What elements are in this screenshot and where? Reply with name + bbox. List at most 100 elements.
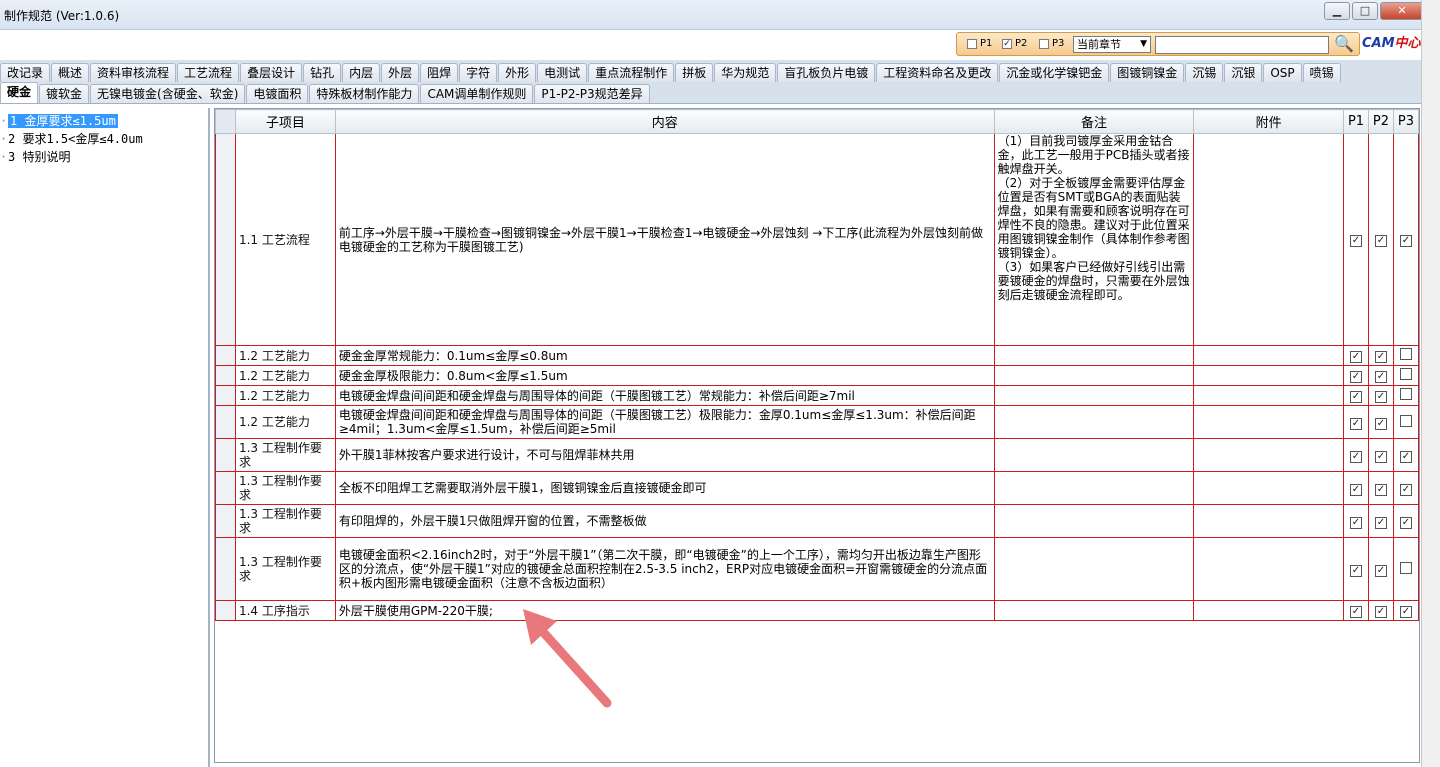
chapter-tab[interactable]: 沉银 <box>1224 63 1263 82</box>
p1-checkbox[interactable]: ✓ <box>1350 417 1362 430</box>
cell-sub[interactable]: 1.3 工程制作要求 <box>234 504 336 538</box>
chapter-tab[interactable]: 外形 <box>498 63 537 82</box>
cell-p2[interactable]: ✓ <box>1368 438 1394 472</box>
header-attach[interactable]: 附件 <box>1193 109 1345 134</box>
cell-attach[interactable] <box>1193 471 1345 505</box>
search-icon[interactable]: 🔍 <box>1333 34 1355 54</box>
p3-checkbox[interactable] <box>1399 414 1412 427</box>
cell-content[interactable]: 电镀硬金焊盘间间距和硬金焊盘与周围导体的间距（干膜图镀工艺）极限能力：金厚0.1… <box>334 405 995 439</box>
chapter-tab[interactable]: 沉金或化学镍钯金 <box>999 63 1110 82</box>
p3-checkbox[interactable]: ✓ <box>1399 606 1412 618</box>
chapter-tab[interactable]: 拼板 <box>675 63 714 82</box>
cell-attach[interactable] <box>1193 385 1345 406</box>
subchapter-tab[interactable]: 特殊板材制作能力 <box>309 84 420 103</box>
cell-attach[interactable] <box>1193 133 1345 346</box>
cell-sub[interactable]: 1.3 工程制作要求 <box>234 438 336 472</box>
cell-p3[interactable] <box>1392 537 1419 601</box>
cell-note[interactable] <box>993 600 1195 621</box>
cell-sub[interactable]: 1.2 工艺能力 <box>234 405 336 439</box>
p1-checkbox[interactable] <box>967 38 977 49</box>
p2-checkbox[interactable]: ✓ <box>1374 483 1387 496</box>
table-row[interactable]: 1.3 工程制作要求 全板不印阻焊工艺需要取消外层干膜1，图镀铜镍金后直接镀硬金即… <box>215 471 1419 505</box>
cell-p3[interactable] <box>1392 345 1419 366</box>
chapter-tab[interactable]: 钻孔 <box>303 63 342 82</box>
row-header[interactable] <box>215 471 236 505</box>
p1-checkbox[interactable]: ✓ <box>1350 371 1362 383</box>
cell-content[interactable]: 前工序→外层干膜→干膜检查→图镀铜镍金→外层干膜1→干膜检查1→电镀硬金→外层蚀… <box>334 133 995 346</box>
cell-p1[interactable]: ✓ <box>1343 385 1369 406</box>
p3-checkbox[interactable] <box>1399 368 1412 380</box>
cell-p2[interactable]: ✓ <box>1368 504 1394 538</box>
cell-sub[interactable]: 1.2 工艺能力 <box>234 365 336 386</box>
subchapter-tab[interactable]: 无镍电镀金(含硬金、软金) <box>90 84 246 103</box>
p3-checkbox[interactable] <box>1039 38 1049 49</box>
cell-attach[interactable] <box>1193 600 1345 621</box>
row-header[interactable] <box>215 405 236 439</box>
p3-filter[interactable]: P3 <box>1039 38 1064 49</box>
cell-p3[interactable] <box>1392 405 1419 439</box>
table-row[interactable]: 1.2 工艺能力 硬金金厚极限能力：0.8um<金厚≤1.5um ✓ ✓ <box>215 365 1419 386</box>
chapter-tab[interactable]: 资料审核流程 <box>90 63 177 82</box>
p1-checkbox[interactable]: ✓ <box>1350 606 1362 618</box>
cell-content[interactable]: 外层干膜使用GPM-220干膜; <box>334 600 995 621</box>
cell-content[interactable]: 硬金金厚常规能力：0.1um≤金厚≤0.8um <box>334 345 995 366</box>
cell-p3[interactable]: ✓ <box>1392 471 1419 505</box>
cell-note[interactable] <box>993 345 1195 366</box>
chapter-tab[interactable]: 沉锡 <box>1185 63 1224 82</box>
subchapter-tab[interactable]: 镀软金 <box>39 84 90 103</box>
cell-attach[interactable] <box>1193 537 1345 601</box>
p1-checkbox[interactable]: ✓ <box>1350 516 1362 529</box>
header-p3[interactable]: P3 <box>1392 109 1419 134</box>
p1-checkbox[interactable]: ✓ <box>1350 235 1362 247</box>
p2-checkbox[interactable]: ✓ <box>1374 606 1387 618</box>
row-header[interactable] <box>215 438 236 472</box>
tree-item[interactable]: ·2 要求1.5<金厚≤4.0um <box>0 131 143 147</box>
header-p1[interactable]: P1 <box>1343 109 1369 134</box>
cell-note[interactable] <box>993 537 1195 601</box>
cell-content[interactable]: 有印阻焊的，外层干膜1只做阻焊开窗的位置，不需整板做 <box>334 504 995 538</box>
cell-p1[interactable]: ✓ <box>1343 471 1369 505</box>
cell-note[interactable] <box>993 471 1195 505</box>
header-content[interactable]: 内容 <box>334 109 995 134</box>
p3-checkbox[interactable] <box>1399 348 1412 360</box>
p2-checkbox[interactable]: ✓ <box>1374 516 1387 529</box>
cell-note[interactable] <box>993 365 1195 386</box>
cell-sub[interactable]: 1.4 工序指示 <box>234 600 336 621</box>
cell-p1[interactable]: ✓ <box>1343 405 1369 439</box>
row-header[interactable] <box>215 133 236 346</box>
cell-attach[interactable] <box>1193 365 1345 386</box>
tree-expander-icon[interactable]: · <box>0 113 8 129</box>
chapter-tab[interactable]: 盲孔板负片电镀 <box>777 63 876 82</box>
cell-p1[interactable]: ✓ <box>1343 600 1369 621</box>
cell-note[interactable] <box>993 385 1195 406</box>
cell-p1[interactable]: ✓ <box>1343 504 1369 538</box>
p2-checkbox[interactable]: ✓ <box>1002 38 1012 49</box>
tree-expander-icon[interactable]: · <box>0 131 8 147</box>
row-header[interactable] <box>215 504 236 538</box>
subchapter-tab[interactable]: CAM调单制作规则 <box>420 84 534 103</box>
p2-filter[interactable]: ✓ P2 <box>1002 38 1027 49</box>
cell-p2[interactable]: ✓ <box>1368 365 1394 386</box>
p2-checkbox[interactable]: ✓ <box>1374 371 1387 383</box>
cell-content[interactable]: 全板不印阻焊工艺需要取消外层干膜1，图镀铜镍金后直接镀硬金即可 <box>334 471 995 505</box>
cell-sub[interactable]: 1.2 工艺能力 <box>234 345 336 366</box>
chapter-tab[interactable]: 工艺流程 <box>177 63 240 82</box>
tree-item[interactable]: · 1 金厚要求≤1.5um <box>0 113 118 129</box>
p2-checkbox[interactable]: ✓ <box>1374 564 1387 577</box>
table-row[interactable]: 1.3 工程制作要求 外干膜1菲林按客户要求进行设计，不可与阻焊菲林共用 ✓ ✓ ✓ <box>215 438 1419 472</box>
cell-p3[interactable] <box>1392 385 1419 406</box>
cell-content[interactable]: 电镀硬金面积<2.16inch2时，对于“外层干膜1”（第二次干膜，即“电镀硬金… <box>334 537 995 601</box>
cell-note[interactable]: （1）目前我司镀厚金采用金钴合金，此工艺一般用于PCB插头或者接触焊盘开关。 （… <box>993 133 1195 346</box>
p2-checkbox[interactable]: ✓ <box>1374 417 1387 430</box>
subchapter-tab[interactable]: P1-P2-P3规范差异 <box>534 84 650 103</box>
cell-p1[interactable]: ✓ <box>1343 133 1369 346</box>
chapter-tab[interactable]: 图镀铜镍金 <box>1110 63 1185 82</box>
cell-sub[interactable]: 1.2 工艺能力 <box>234 385 336 406</box>
cell-p2[interactable]: ✓ <box>1368 345 1394 366</box>
cell-p2[interactable]: ✓ <box>1368 405 1394 439</box>
p1-filter[interactable]: P1 <box>967 38 992 49</box>
header-note[interactable]: 备注 <box>993 109 1195 134</box>
p1-checkbox[interactable]: ✓ <box>1350 391 1362 403</box>
cell-content[interactable]: 电镀硬金焊盘间间距和硬金焊盘与周围导体的间距（干膜图镀工艺）常规能力：补偿后间距… <box>334 385 995 406</box>
cell-p2[interactable]: ✓ <box>1368 133 1394 346</box>
